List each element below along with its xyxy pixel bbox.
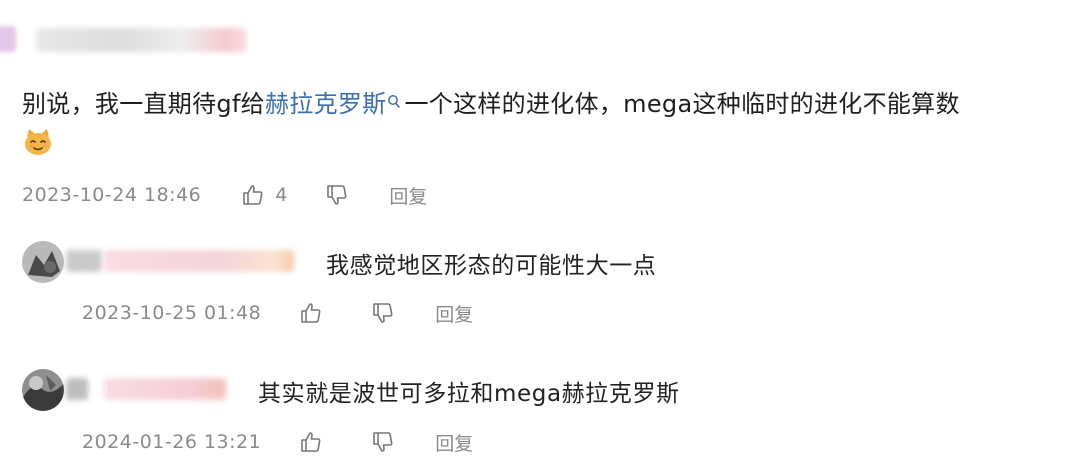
reply-meta: 2023-10-25 01:48 回复	[82, 300, 473, 326]
thumbs-up-icon	[299, 301, 323, 325]
main-author-name-blur[interactable]	[36, 28, 246, 52]
reply-meta: 2024-01-26 13:21 回复	[82, 429, 473, 455]
thumbs-down-icon	[371, 301, 395, 325]
avatar[interactable]	[22, 369, 64, 411]
dislike-button[interactable]	[371, 301, 395, 325]
main-comment-text-before: 别说，我一直期待gf给	[22, 90, 265, 118]
timestamp: 2023-10-25 01:48	[82, 302, 262, 324]
main-comment-meta: 2023-10-24 18:46 4 回复	[22, 182, 427, 208]
thumbs-down-icon	[371, 430, 395, 454]
dislike-button[interactable]	[371, 430, 395, 454]
pokemon-link[interactable]: 赫拉克罗斯	[265, 90, 387, 118]
reply-button[interactable]: 回复	[435, 300, 473, 327]
reply-text: 其实就是波世可多拉和mega赫拉克罗斯	[258, 381, 680, 407]
thumbs-down-icon	[325, 183, 349, 207]
timestamp: 2023-10-24 18:46	[22, 184, 202, 206]
main-comment-text: 别说，我一直期待gf给赫拉克罗斯 一个这样的进化体，mega这种临时的进化不能算数	[22, 86, 1062, 168]
like-button[interactable]	[299, 430, 323, 454]
avatar[interactable]	[22, 241, 64, 283]
thumbs-up-icon	[299, 430, 323, 454]
reply-author-name-blur[interactable]	[66, 378, 88, 400]
timestamp: 2024-01-26 13:21	[82, 431, 262, 453]
like-count: 4	[275, 184, 288, 206]
reply-button[interactable]: 回复	[435, 429, 473, 456]
main-comment-text-after: 一个这样的进化体，mega这种临时的进化不能算数	[404, 90, 960, 118]
like-button[interactable]	[299, 301, 323, 325]
cat-face-emoji	[22, 126, 54, 168]
main-author-avatar-blur	[0, 26, 16, 52]
reply-button[interactable]: 回复	[389, 182, 427, 209]
like-button[interactable]: 4	[241, 183, 287, 207]
dislike-button[interactable]	[325, 183, 349, 207]
search-icon[interactable]	[387, 84, 401, 120]
reply-text: 我感觉地区形态的可能性大一点	[326, 253, 657, 279]
reply-author-name-blur[interactable]	[104, 250, 294, 272]
reply-author-name-blur[interactable]	[104, 378, 226, 400]
thumbs-up-icon	[241, 183, 265, 207]
reply-author-name-blur[interactable]	[66, 250, 102, 272]
